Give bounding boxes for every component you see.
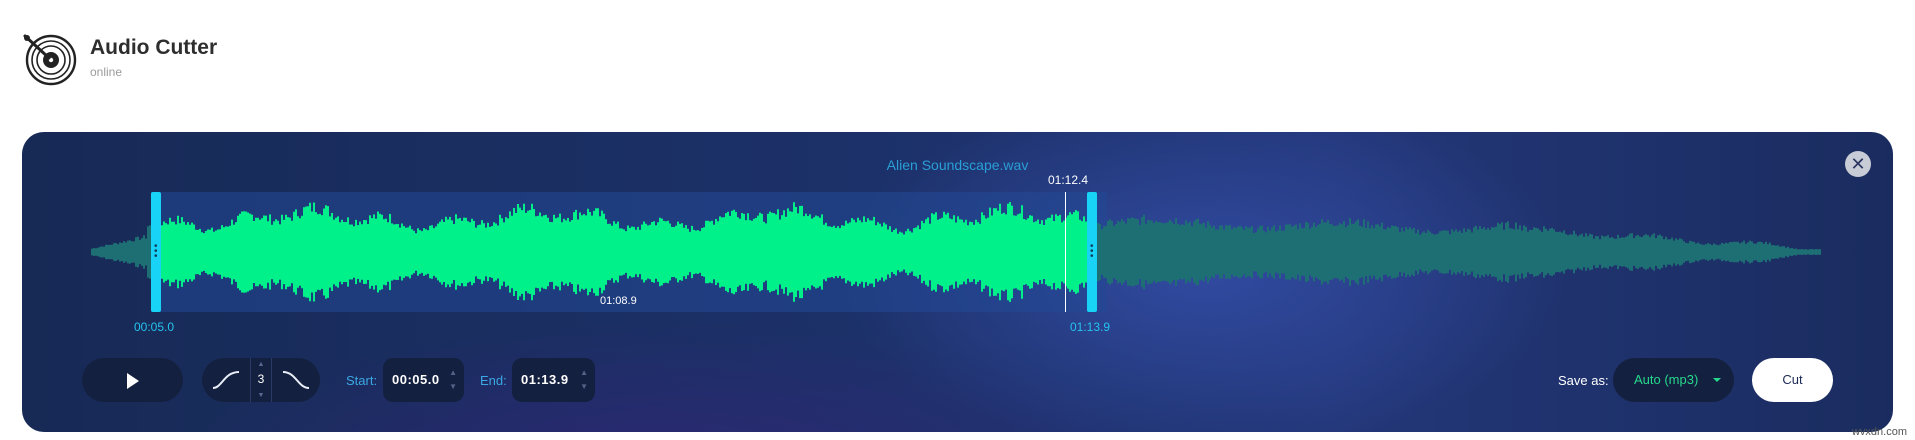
app-title: Audio Cutter bbox=[90, 36, 218, 59]
chevron-down-icon bbox=[1713, 378, 1721, 382]
watermark: wvxdn.com bbox=[1851, 426, 1907, 438]
editor-panel: Alien Soundscape.wav ✕ 01:12.4 01:08.9 •… bbox=[22, 132, 1893, 432]
cut-button[interactable]: Cut bbox=[1752, 358, 1833, 402]
end-down-icon[interactable]: ▼ bbox=[580, 382, 588, 391]
start-time-field[interactable]: 00:05.0 ▲ ▼ bbox=[383, 358, 464, 402]
fade-duration-value: 3 bbox=[257, 372, 265, 386]
start-handle[interactable]: • • • bbox=[151, 192, 161, 312]
end-handle-time: 01:13.9 bbox=[1070, 320, 1111, 334]
start-handle-time: 00:05.0 bbox=[134, 320, 175, 334]
end-label: End: bbox=[480, 373, 507, 388]
end-time-value: 01:13.9 bbox=[521, 372, 569, 387]
play-button[interactable] bbox=[82, 358, 183, 402]
start-up-icon[interactable]: ▲ bbox=[449, 368, 457, 377]
fade-decrease-icon[interactable]: ▼ bbox=[251, 392, 271, 399]
fade-out-icon[interactable] bbox=[280, 366, 312, 394]
format-value: Auto (mp3) bbox=[1634, 372, 1699, 387]
start-label: Start: bbox=[346, 373, 378, 388]
fade-controls: ▲ 3 ▼ bbox=[202, 358, 320, 402]
end-handle[interactable]: • • • bbox=[1087, 192, 1097, 312]
end-up-icon[interactable]: ▲ bbox=[580, 368, 588, 377]
start-down-icon[interactable]: ▼ bbox=[449, 382, 457, 391]
playhead[interactable] bbox=[1065, 192, 1066, 312]
app-subtitle: online bbox=[90, 65, 123, 79]
playhead-time: 01:12.4 bbox=[1048, 173, 1089, 187]
save-as-label: Save as: bbox=[1558, 373, 1609, 388]
format-select[interactable]: Auto (mp3) bbox=[1613, 358, 1734, 402]
vinyl-record-icon bbox=[21, 30, 79, 88]
play-icon bbox=[127, 373, 139, 389]
fade-duration-stepper[interactable]: ▲ 3 ▼ bbox=[250, 358, 272, 402]
start-time-value: 00:05.0 bbox=[392, 372, 440, 387]
end-time-field[interactable]: 01:13.9 ▲ ▼ bbox=[512, 358, 595, 402]
fade-in-icon[interactable] bbox=[210, 366, 242, 394]
fade-increase-icon[interactable]: ▲ bbox=[251, 361, 271, 368]
hover-time: 01:08.9 bbox=[600, 295, 637, 307]
